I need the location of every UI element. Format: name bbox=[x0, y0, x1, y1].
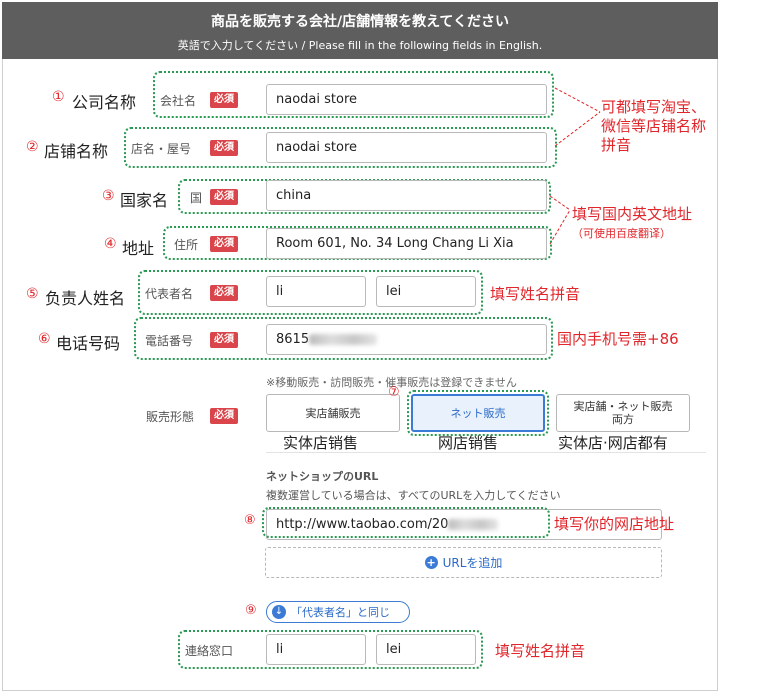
country-input[interactable]: china bbox=[266, 180, 547, 211]
store-name-note: 可都填写淘宝、 微信等店铺名称 拼音 bbox=[601, 98, 707, 154]
marker-6: ⑥ bbox=[38, 331, 51, 347]
connector-line-address bbox=[549, 195, 571, 245]
url-hint: 複数運営している場合は、すべてのURLを入力してください bbox=[266, 489, 561, 502]
sales-required-badge: 必須 bbox=[210, 408, 238, 424]
country-required-badge: 必須 bbox=[210, 189, 238, 205]
contact-label: 連絡窓口 bbox=[185, 644, 234, 658]
representative-last-name-input[interactable]: lei bbox=[376, 276, 476, 307]
store-label: 店名・屋号 bbox=[131, 142, 192, 156]
company-label: 会社名 bbox=[160, 94, 197, 108]
representative-label: 代表者名 bbox=[145, 287, 194, 301]
address-required-badge: 必須 bbox=[210, 236, 238, 252]
representative-required-badge: 必須 bbox=[210, 285, 238, 301]
representative-annotation: 负责人姓名 bbox=[45, 289, 126, 308]
store-required-badge: 必須 bbox=[210, 140, 238, 156]
contact-first-name-input[interactable]: li bbox=[266, 634, 366, 665]
country-annotation: 国家名 bbox=[120, 191, 169, 210]
marker-8: ⑧ bbox=[244, 513, 256, 528]
redacted-phone-digits bbox=[309, 334, 378, 345]
phone-value: 8615 bbox=[276, 332, 310, 347]
address-hint-note: （可使用百度翻译） bbox=[572, 227, 671, 240]
company-name-input[interactable]: naodai store bbox=[266, 84, 547, 115]
sales-option-physical[interactable]: 実店舗販売 bbox=[266, 394, 400, 432]
marker-7: ⑦ bbox=[388, 385, 400, 400]
phone-input[interactable]: 8615 bbox=[266, 324, 547, 355]
store-name-input[interactable]: naodai store bbox=[266, 132, 547, 163]
both-caption: 实体店·网店都有 bbox=[558, 434, 668, 452]
company-required-badge: 必須 bbox=[210, 92, 238, 108]
arrow-down-icon: ↓ bbox=[272, 605, 286, 619]
contact-last-name-input[interactable]: lei bbox=[376, 634, 476, 665]
phone-required-badge: 必須 bbox=[210, 332, 238, 348]
contact-pinyin-note: 填写姓名拼音 bbox=[495, 642, 586, 660]
marker-3: ③ bbox=[102, 188, 115, 204]
address-note: 填写国内英文地址 bbox=[572, 205, 693, 223]
address-input[interactable]: Room 601, No. 34 Long Chang Li Xia bbox=[266, 228, 547, 259]
country-label: 国 bbox=[190, 191, 203, 205]
company-annotation: 公司名称 bbox=[72, 93, 137, 112]
physical-caption: 实体店销售 bbox=[283, 434, 359, 452]
marker-9: ⑨ bbox=[245, 603, 257, 618]
url-heading: ネットショップのURL bbox=[266, 470, 379, 483]
phone-label: 電話番号 bbox=[145, 334, 194, 348]
sales-option-both[interactable]: 実店舗・ネット販売 両方 bbox=[556, 394, 690, 432]
marker-5: ⑤ bbox=[26, 286, 39, 302]
phone-annotation: 电话号码 bbox=[56, 334, 121, 353]
url-highlight bbox=[262, 507, 550, 538]
address-label: 住所 bbox=[174, 238, 199, 252]
representative-first-name-input[interactable]: li bbox=[266, 276, 366, 307]
representative-pinyin-note: 填写姓名拼音 bbox=[490, 285, 581, 303]
connector-line-store bbox=[554, 87, 601, 147]
sales-type-label: 販売形態 bbox=[146, 410, 195, 424]
section-divider bbox=[266, 452, 706, 453]
marker-2: ② bbox=[26, 139, 39, 155]
marker-1: ① bbox=[52, 89, 65, 105]
marker-4: ④ bbox=[104, 236, 117, 252]
online-caption: 网店销售 bbox=[438, 434, 499, 452]
url-note: 填写你的网店地址 bbox=[554, 515, 675, 533]
add-url-button[interactable]: + URLを追加 bbox=[265, 547, 662, 578]
same-as-representative-button[interactable]: ↓ 「代表者名」と同じ bbox=[266, 601, 410, 623]
online-sales-highlight bbox=[407, 390, 549, 436]
phone-note: 国内手机号需+86 bbox=[557, 330, 679, 348]
plus-icon: + bbox=[424, 556, 438, 569]
address-annotation: 地址 bbox=[122, 239, 155, 258]
store-annotation: 店铺名称 bbox=[44, 142, 109, 161]
